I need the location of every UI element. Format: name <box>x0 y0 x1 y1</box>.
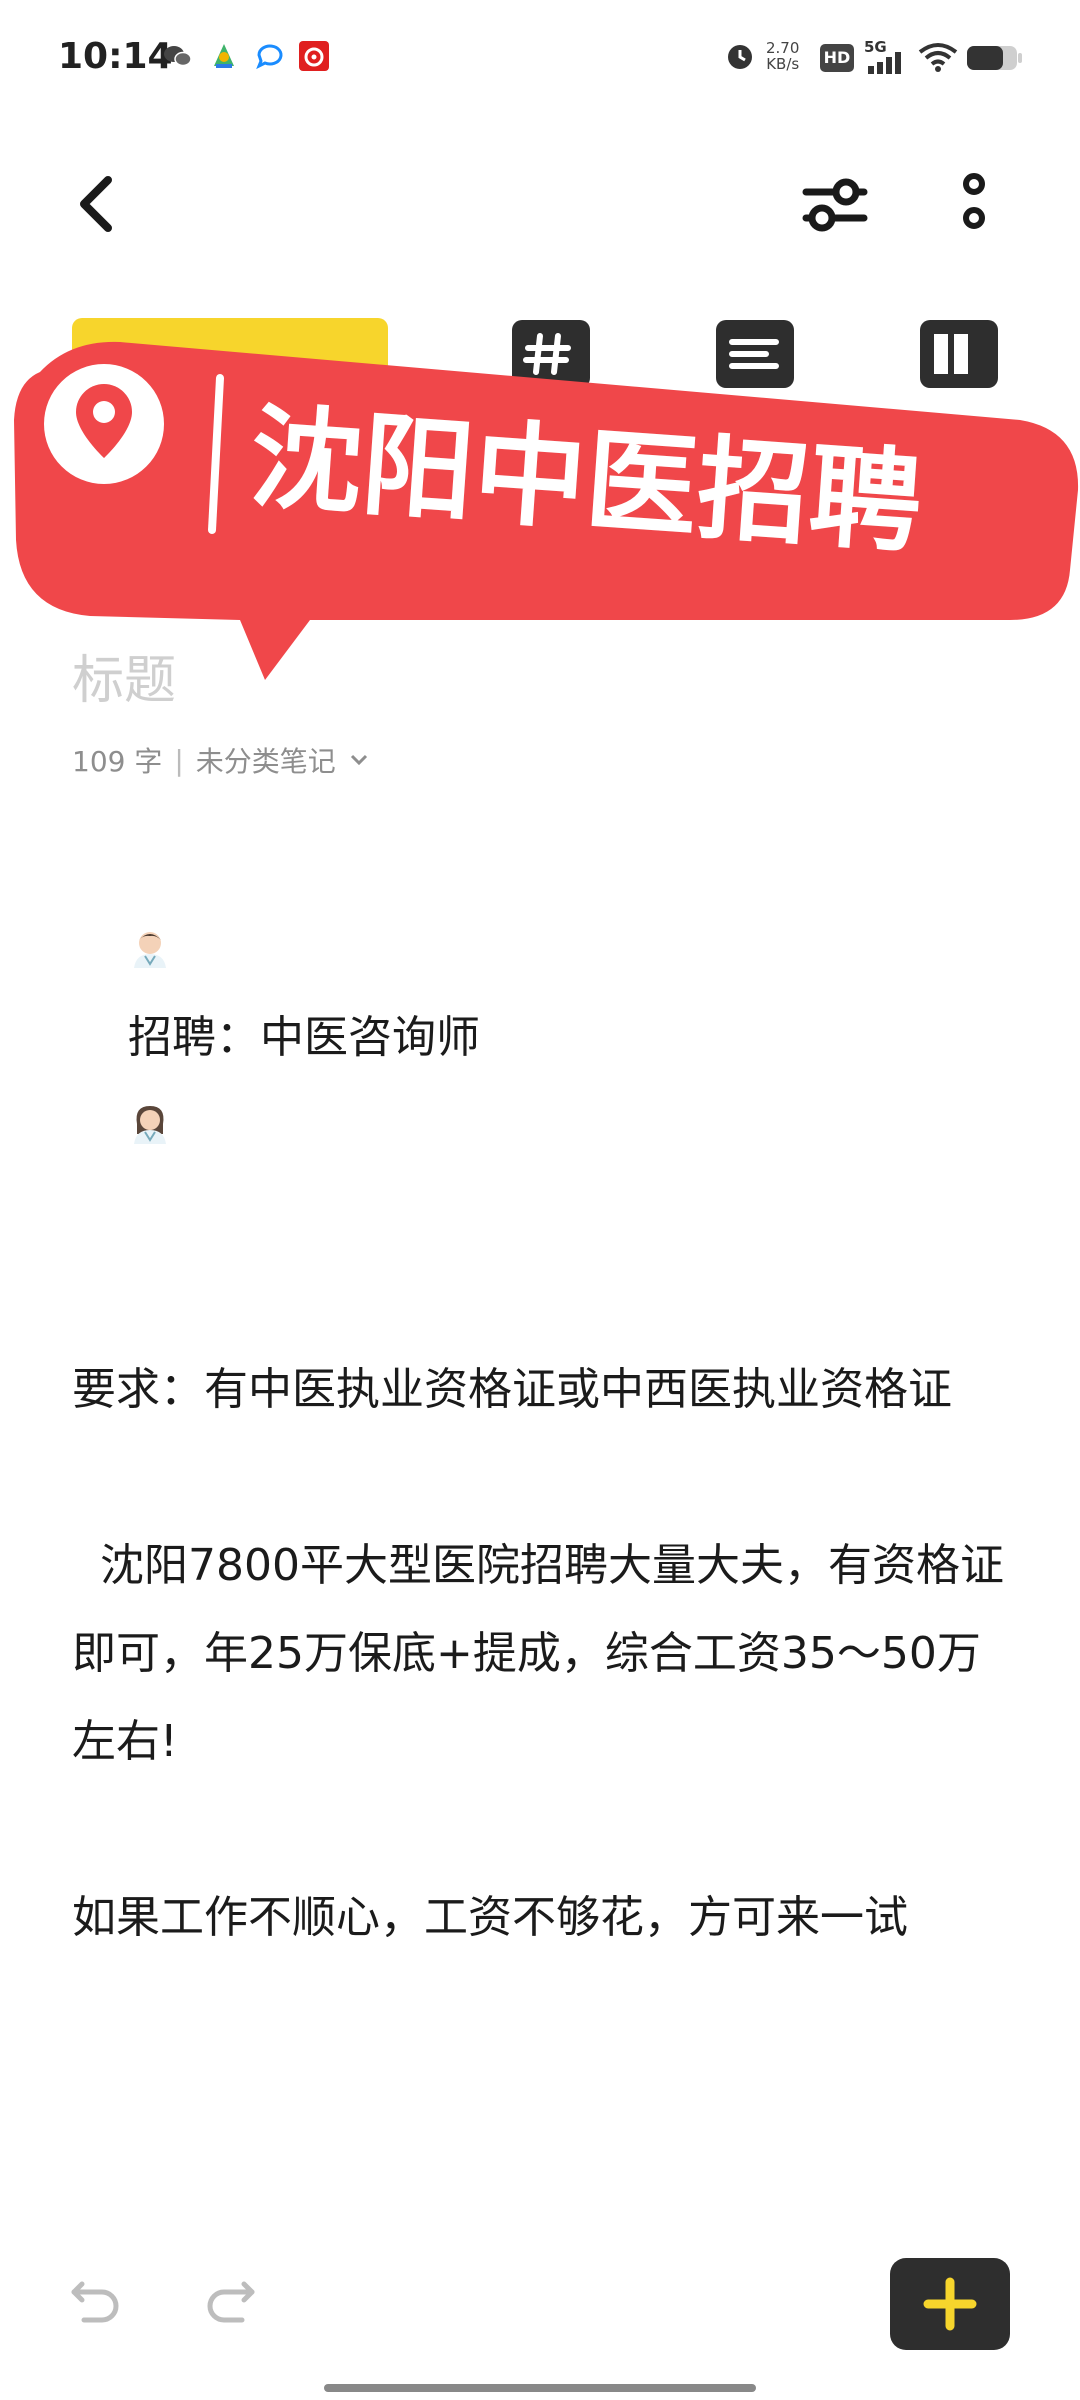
battery-icon <box>967 46 1022 70</box>
doctor-man-emoji-icon <box>133 932 166 968</box>
undo-icon[interactable] <box>68 2270 124 2326</box>
body-paragraph-requirements: 要求：有中医执业资格证或中西医执业资格证 <box>72 1364 952 1415</box>
note-body[interactable]: 招聘：中医咨询师 要求：有中医执业资格证或中西医执业资格证 沈阳7800平大型医… <box>72 818 1012 1962</box>
location-pin-icon <box>44 364 164 484</box>
alarm-icon <box>728 45 752 69</box>
net-speed-value: 2.70 <box>766 39 800 57</box>
maps-icon <box>214 44 234 68</box>
back-icon[interactable] <box>66 168 126 238</box>
net-speed-unit: KB/s <box>766 55 800 73</box>
category-select[interactable]: 未分类笔记 <box>196 740 336 780</box>
meta-divider: | <box>174 743 184 777</box>
home-indicator[interactable] <box>324 2384 756 2392</box>
wechat-icon <box>164 46 192 67</box>
title-placeholder[interactable]: 标题 <box>72 638 176 713</box>
add-button[interactable] <box>890 2258 1010 2350</box>
chevron-down-icon[interactable] <box>348 749 370 771</box>
status-time: 10:14 <box>58 36 173 77</box>
wifi-icon <box>918 43 958 72</box>
body-line-1: 招聘：中医咨询师 <box>72 818 1012 1258</box>
net-speed: 2.70 KB/s <box>766 40 799 72</box>
word-count: 109 字 <box>72 745 163 778</box>
body-paragraph-details: 沈阳7800平大型医院招聘大量大夫，有资格证即可，年25万保底+提成，综合工资3… <box>72 1540 1004 1767</box>
body-line-1-text: 招聘：中医咨询师 <box>127 1012 480 1063</box>
more-vertical-icon[interactable] <box>944 170 1004 240</box>
promo-banner: 沈阳中医招聘 <box>14 341 1079 680</box>
status-bar: 10:14 2.70 KB/s HD 5G <box>0 0 1080 120</box>
chat-icon <box>256 44 283 70</box>
hd-badge: HD <box>820 44 854 72</box>
tune-icon[interactable] <box>800 170 870 240</box>
redo-icon[interactable] <box>202 2270 258 2326</box>
doctor-woman-emoji-icon <box>133 1106 166 1144</box>
add-icon <box>923 2277 977 2331</box>
note-meta: 109 字 | 未分类笔记 <box>72 740 370 780</box>
signal-icon <box>868 52 901 74</box>
netease-music-icon <box>299 41 329 71</box>
body-paragraph-closing: 如果工作不顺心，工资不够花，方可来一试 <box>72 1892 908 1943</box>
